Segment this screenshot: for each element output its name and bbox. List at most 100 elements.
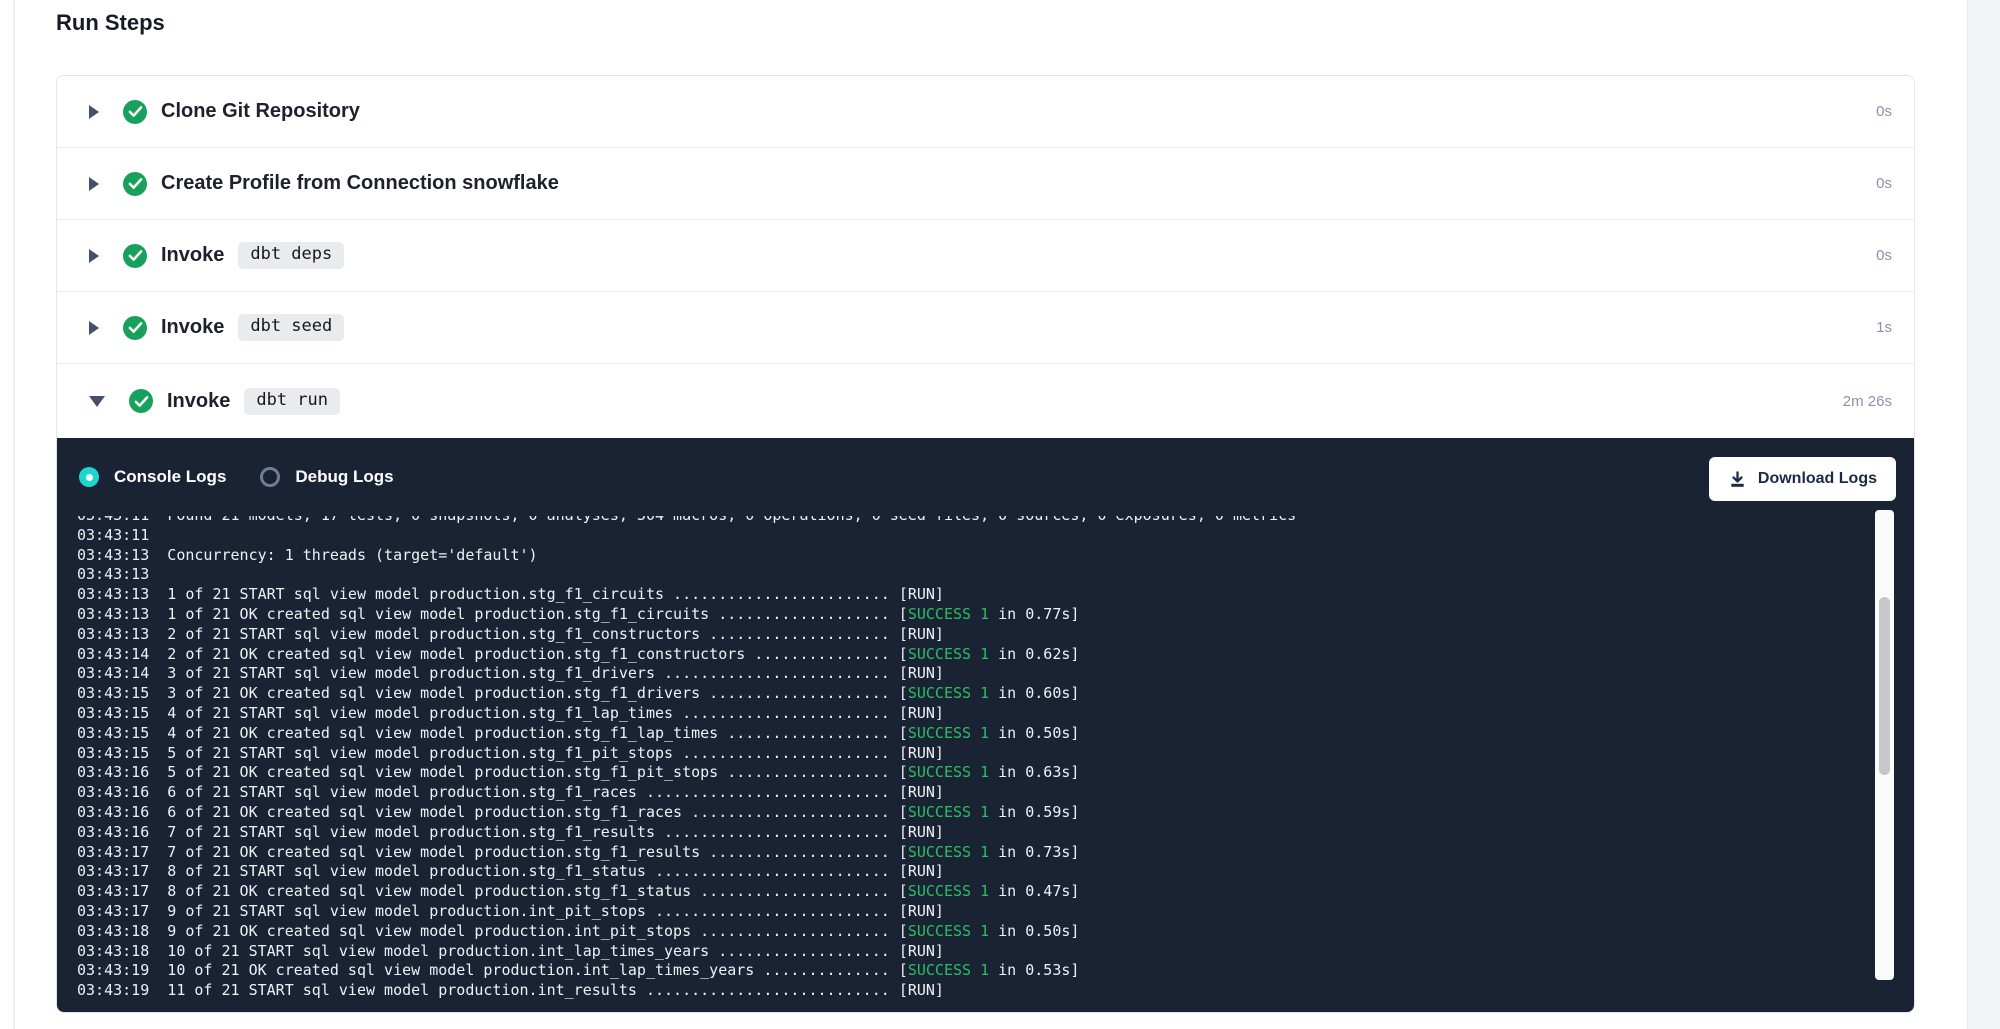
step-label: Invoke bbox=[167, 390, 230, 413]
log-line: 03:43:16 6 of 21 OK created sql view mod… bbox=[77, 803, 1870, 823]
log-text: 9 of 21 START sql view model production.… bbox=[149, 902, 899, 920]
step-label: Create Profile from Connection snowflake bbox=[161, 172, 559, 195]
log-timestamp: 03:43:17 bbox=[77, 843, 149, 861]
step-duration: 0s bbox=[1876, 247, 1892, 264]
log-line: 03:43:13 bbox=[77, 565, 1870, 585]
log-line: 03:43:11 Found 21 models, 17 tests, 0 sn… bbox=[77, 516, 1870, 526]
download-logs-button[interactable]: Download Logs bbox=[1709, 457, 1896, 501]
log-success-text: SUCCESS 1 bbox=[908, 882, 989, 900]
log-text: 7 of 21 START sql view model production.… bbox=[149, 823, 899, 841]
log-success-text: SUCCESS 1 bbox=[908, 843, 989, 861]
run-steps-page: Run Steps Clone Git Repository 0s Create… bbox=[0, 0, 2000, 1029]
download-logs-label: Download Logs bbox=[1758, 470, 1877, 488]
log-result-text: [RUN] bbox=[899, 744, 944, 762]
log-text: 2 of 21 START sql view model production.… bbox=[149, 625, 899, 643]
log-success-text: SUCCESS 1 bbox=[908, 922, 989, 940]
log-text: 3 of 21 OK created sql view model produc… bbox=[149, 684, 908, 702]
step-command-badge: dbt deps bbox=[238, 242, 344, 269]
step-row[interactable]: Invoke dbt run 2m 26s bbox=[57, 364, 1914, 438]
page-title: Run Steps bbox=[56, 10, 165, 36]
check-circle-icon bbox=[123, 244, 147, 268]
log-success-text: SUCCESS 1 bbox=[908, 684, 989, 702]
step-duration: 2m 26s bbox=[1843, 393, 1892, 410]
log-result-text: in 0.73s] bbox=[989, 843, 1079, 861]
log-success-text: SUCCESS 1 bbox=[908, 645, 989, 663]
log-result-text: in 0.62s] bbox=[989, 645, 1079, 663]
log-timestamp: 03:43:18 bbox=[77, 942, 149, 960]
log-line: 03:43:17 8 of 21 OK created sql view mod… bbox=[77, 882, 1870, 902]
log-line: 03:43:13 1 of 21 START sql view model pr… bbox=[77, 585, 1870, 605]
console-log-viewport[interactable]: 03:43:11 Found 21 models, 17 tests, 0 sn… bbox=[77, 516, 1870, 1007]
log-timestamp: 03:43:13 bbox=[77, 625, 149, 643]
log-text: Concurrency: 1 threads (target='default'… bbox=[149, 546, 537, 564]
log-line: 03:43:18 10 of 21 START sql view model p… bbox=[77, 942, 1870, 962]
log-tab-label: Debug Logs bbox=[295, 467, 393, 487]
chevron-right-icon[interactable] bbox=[89, 177, 99, 191]
log-line: 03:43:19 10 of 21 OK created sql view mo… bbox=[77, 961, 1870, 981]
log-result-text: in 0.53s] bbox=[989, 961, 1079, 979]
step-row[interactable]: Clone Git Repository 0s bbox=[57, 76, 1914, 148]
log-timestamp: 03:43:17 bbox=[77, 902, 149, 920]
left-edge-divider bbox=[13, 0, 15, 1029]
log-success-text: SUCCESS 1 bbox=[908, 763, 989, 781]
check-circle-icon bbox=[123, 172, 147, 196]
log-line: 03:43:13 2 of 21 START sql view model pr… bbox=[77, 625, 1870, 645]
log-result-text: in 0.63s] bbox=[989, 763, 1079, 781]
step-duration: 0s bbox=[1876, 175, 1892, 192]
log-result-text: in 0.60s] bbox=[989, 684, 1079, 702]
chevron-right-icon[interactable] bbox=[89, 105, 99, 119]
log-timestamp: 03:43:19 bbox=[77, 981, 149, 999]
log-text: 10 of 21 OK created sql view model produ… bbox=[149, 961, 908, 979]
log-line: 03:43:17 7 of 21 OK created sql view mod… bbox=[77, 843, 1870, 863]
log-timestamp: 03:43:15 bbox=[77, 744, 149, 762]
radio-icon[interactable] bbox=[260, 467, 280, 487]
log-result-text: [RUN] bbox=[899, 902, 944, 920]
step-row[interactable]: Create Profile from Connection snowflake… bbox=[57, 148, 1914, 220]
log-timestamp: 03:43:11 bbox=[77, 526, 149, 544]
log-timestamp: 03:43:16 bbox=[77, 763, 149, 781]
log-line: 03:43:19 11 of 21 START sql view model p… bbox=[77, 981, 1870, 1001]
log-result-text: [RUN] bbox=[899, 862, 944, 880]
log-success-text: SUCCESS 1 bbox=[908, 961, 989, 979]
log-text: 7 of 21 OK created sql view model produc… bbox=[149, 843, 908, 861]
log-result-text: [RUN] bbox=[899, 823, 944, 841]
log-line: 03:43:11 bbox=[77, 526, 1870, 546]
console-log-lines: 03:43:11 Found 21 models, 17 tests, 0 sn… bbox=[77, 516, 1870, 1001]
log-line: 03:43:15 3 of 21 OK created sql view mod… bbox=[77, 684, 1870, 704]
log-line: 03:43:16 6 of 21 START sql view model pr… bbox=[77, 783, 1870, 803]
log-tab[interactable]: Console Logs bbox=[79, 467, 226, 487]
log-text: 9 of 21 OK created sql view model produc… bbox=[149, 922, 908, 940]
log-line: 03:43:18 9 of 21 OK created sql view mod… bbox=[77, 922, 1870, 942]
log-result-text: in 0.77s] bbox=[989, 605, 1079, 623]
log-scrollbar-thumb[interactable] bbox=[1879, 597, 1890, 775]
log-tab-label: Console Logs bbox=[114, 467, 226, 487]
log-result-text: in 0.50s] bbox=[989, 922, 1079, 940]
log-line: 03:43:17 8 of 21 START sql view model pr… bbox=[77, 862, 1870, 882]
step-duration: 0s bbox=[1876, 103, 1892, 120]
radio-icon[interactable] bbox=[79, 467, 99, 487]
log-timestamp: 03:43:14 bbox=[77, 645, 149, 663]
log-timestamp: 03:43:15 bbox=[77, 684, 149, 702]
log-text: 3 of 21 START sql view model production.… bbox=[149, 664, 899, 682]
log-success-text: SUCCESS 1 bbox=[908, 803, 989, 821]
step-label: Invoke bbox=[161, 316, 224, 339]
log-tab[interactable]: Debug Logs bbox=[260, 467, 393, 487]
log-line: 03:43:14 2 of 21 OK created sql view mod… bbox=[77, 645, 1870, 665]
chevron-down-icon[interactable] bbox=[89, 396, 105, 407]
page-scroll-gutter[interactable] bbox=[1967, 0, 2000, 1029]
log-result-text: [RUN] bbox=[899, 664, 944, 682]
step-row[interactable]: Invoke dbt deps 0s bbox=[57, 220, 1914, 292]
log-success-text: SUCCESS 1 bbox=[908, 605, 989, 623]
log-scrollbar-track[interactable] bbox=[1875, 510, 1894, 980]
log-result-text: [RUN] bbox=[899, 981, 944, 999]
chevron-right-icon[interactable] bbox=[89, 321, 99, 335]
log-timestamp: 03:43:18 bbox=[77, 922, 149, 940]
log-text: 8 of 21 OK created sql view model produc… bbox=[149, 882, 908, 900]
log-result-text: [RUN] bbox=[899, 585, 944, 603]
step-command-badge: dbt run bbox=[244, 388, 340, 415]
step-row[interactable]: Invoke dbt seed 1s bbox=[57, 292, 1914, 364]
log-timestamp: 03:43:13 bbox=[77, 565, 149, 583]
chevron-right-icon[interactable] bbox=[89, 249, 99, 263]
log-timestamp: 03:43:13 bbox=[77, 605, 149, 623]
log-timestamp: 03:43:13 bbox=[77, 546, 149, 564]
